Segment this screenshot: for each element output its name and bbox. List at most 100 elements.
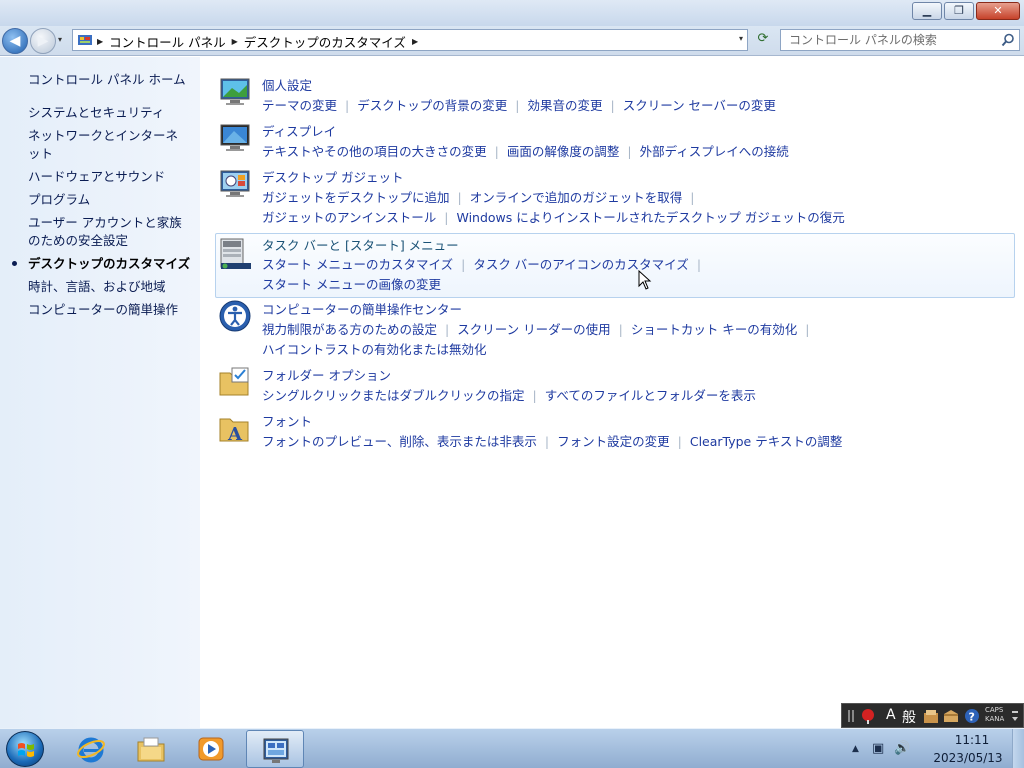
help-icon[interactable]: ? [964, 708, 980, 724]
breadcrumb-control-panel[interactable]: コントロール パネル [109, 32, 225, 51]
link-change-theme[interactable]: テーマの変更 [262, 98, 337, 113]
start-button[interactable] [6, 731, 44, 767]
recent-pages-dropdown[interactable]: ▾ [58, 35, 68, 45]
link-shortcut-keys[interactable]: ショートカット キーの有効化 [631, 322, 797, 337]
link-get-gadgets-online[interactable]: オンラインで追加のガジェットを取得 [470, 190, 683, 205]
volume-icon[interactable]: 🔊 [894, 741, 910, 756]
sidebar-item-hardware-sound[interactable]: ハードウェアとサウンド [28, 168, 198, 186]
taskbar-control-panel[interactable] [246, 730, 304, 768]
breadcrumb: ▶ コントロール パネル ▶ デスクトップのカスタマイズ ▶ [97, 32, 418, 51]
sidebar-item-user-accounts[interactable]: ユーザー アカウントと家族のための安全設定 [28, 214, 194, 250]
link-add-gadget[interactable]: ガジェットをデスクトップに追加 [262, 190, 450, 205]
search-icon[interactable] [1001, 33, 1015, 47]
link-text-size[interactable]: テキストやその他の項目の大きさの変更 [262, 144, 487, 159]
windows-logo-icon [18, 743, 34, 757]
sidebar-item-home[interactable]: コントロール パネル ホーム [28, 71, 198, 89]
taskbar-media-player[interactable] [182, 730, 240, 768]
category-display: ディスプレイ テキストやその他の項目の大きさの変更 | 画面の解像度の調整 | 外部ディ… [216, 121, 1016, 161]
address-bar[interactable]: ▶ コントロール パネル ▶ デスクトップのカスタマイズ ▶ ▾ [72, 29, 748, 51]
sidebar-item-desktop-customize: デスクトップのカスタマイズ [28, 256, 191, 271]
search-input[interactable] [789, 33, 989, 47]
sidebar-item-ease-of-access[interactable]: コンピューターの簡単操作 [28, 301, 198, 319]
ease-of-access-icon [219, 300, 251, 332]
ime-conversion-mode[interactable]: 般 [902, 707, 916, 727]
search-box[interactable] [780, 29, 1020, 51]
link-uninstall-gadget[interactable]: ガジェットのアンインストール [262, 210, 436, 225]
link-screen-resolution[interactable]: 画面の解像度の調整 [507, 144, 620, 159]
sidebar-item-system-security[interactable]: システムとセキュリティ [28, 104, 198, 122]
clock-date[interactable]: 2023/05/13 [928, 751, 1008, 765]
forward-arrow-icon: ▶ [37, 33, 49, 49]
display-icon [220, 124, 250, 151]
close-icon: ✕ [993, 4, 1003, 17]
show-desktop-button[interactable] [1012, 729, 1024, 768]
category-personalization: 個人設定 テーマの変更 | デスクトップの背景の変更 | 効果音の変更 | スクリーン セー… [216, 75, 1016, 115]
link-change-sounds[interactable]: 効果音の変更 [527, 98, 602, 113]
taskbar-explorer[interactable] [122, 730, 180, 768]
fonts-links: フォントのプレビュー、削除、表示または非表示 | フォント設定の変更 | ClearTy… [262, 434, 843, 449]
forward-button[interactable]: ▶ [30, 28, 56, 54]
link-single-double-click[interactable]: シングルクリックまたはダブルクリックの指定 [262, 388, 525, 403]
address-dropdown-icon[interactable]: ▾ [739, 34, 743, 43]
category-gadgets: デスクトップ ガジェット ガジェットをデスクトップに追加 | オンラインで追加のガジ… [216, 167, 1016, 227]
link-high-contrast[interactable]: ハイコントラストの有効化または無効化 [262, 342, 487, 357]
kana-indicator: KANA [985, 715, 1005, 723]
taskbar-links-row2: スタート メニューの画像の変更 [262, 274, 441, 293]
ime-input-mode[interactable]: A [886, 707, 896, 723]
link-restore-gadgets[interactable]: Windows によりインストールされたデスクトップ ガジェットの復元 [456, 210, 844, 225]
link-external-display[interactable]: 外部ディスプレイへの接続 [640, 144, 789, 159]
link-cleartype[interactable]: ClearType テキストの調整 [690, 434, 843, 449]
clock-time[interactable]: 11:11 [944, 733, 1000, 747]
refresh-button[interactable]: ⟳ [752, 31, 774, 51]
folder-options-icon [219, 367, 249, 396]
personalization-title[interactable]: 個人設定 [262, 75, 312, 94]
category-folder-options: フォルダー オプション シングルクリックまたはダブルクリックの指定 | すべてのファ… [216, 365, 1016, 405]
link-vision-settings[interactable]: 視力制限がある方のための設定 [262, 322, 437, 337]
network-icon[interactable]: ▣ [872, 741, 884, 756]
folder-options-title[interactable]: フォルダー オプション [262, 365, 391, 384]
ime-pad-icon[interactable] [860, 708, 876, 724]
link-show-hidden-files[interactable]: すべてのファイルとフォルダーを表示 [545, 388, 756, 403]
ease-center-title[interactable]: コンピューターの簡単操作センター [262, 299, 462, 318]
breadcrumb-separator[interactable]: ▶ [97, 37, 103, 46]
ime-dictionary-icon[interactable] [942, 708, 960, 724]
back-button[interactable]: ◀ [2, 28, 28, 54]
breadcrumb-desktop-customize[interactable]: デスクトップのカスタマイズ [244, 32, 406, 51]
minimize-button[interactable]: ▁ [912, 2, 942, 20]
link-customize-taskbar-icons[interactable]: タスク バーのアイコンのカスタマイズ [473, 257, 688, 272]
display-links: テキストやその他の項目の大きさの変更 | 画面の解像度の調整 | 外部ディスプレイへの接… [262, 144, 789, 159]
link-change-screensaver[interactable]: スクリーン セーバーの変更 [623, 98, 776, 113]
personalization-links: テーマの変更 | デスクトップの背景の変更 | 効果音の変更 | スクリーン セーバーの変更 [262, 98, 776, 113]
internet-explorer-icon [77, 737, 105, 763]
breadcrumb-separator[interactable]: ▶ [412, 37, 418, 46]
display-title[interactable]: ディスプレイ [262, 121, 336, 140]
link-font-settings[interactable]: フォント設定の変更 [557, 434, 670, 449]
media-player-icon [198, 737, 224, 761]
sidebar-item-network[interactable]: ネットワークとインターネット [28, 127, 190, 163]
sidebar-item-clock-region[interactable]: 時計、言語、および地域 [28, 278, 198, 296]
breadcrumb-separator[interactable]: ▶ [232, 37, 238, 46]
sidebar: コントロール パネル ホーム システムとセキュリティ ネットワークとインターネッ… [0, 57, 200, 728]
link-screen-reader[interactable]: スクリーン リーダーの使用 [457, 322, 610, 337]
link-change-background[interactable]: デスクトップの背景の変更 [357, 98, 507, 113]
taskbar-title[interactable]: タスク バーと [スタート] メニュー [262, 235, 459, 254]
show-hidden-icons-button[interactable]: ▲ [852, 744, 859, 754]
category-fonts: A フォント フォントのプレビュー、削除、表示または非表示 | フォント設定の変更 |… [216, 411, 1016, 451]
gadgets-title[interactable]: デスクトップ ガジェット [262, 167, 403, 186]
link-change-start-picture[interactable]: スタート メニューの画像の変更 [262, 277, 441, 292]
folder-options-links: シングルクリックまたはダブルクリックの指定 | すべてのファイルとフォルダーを表示 [262, 388, 756, 403]
control-panel-icon [78, 35, 92, 45]
main-content: 個人設定 テーマの変更 | デスクトップの背景の変更 | 効果音の変更 | スクリーン セー… [200, 57, 1024, 728]
maximize-button[interactable]: ❐ [944, 2, 974, 20]
taskbar-internet-explorer[interactable] [62, 730, 120, 768]
close-button[interactable]: ✕ [976, 2, 1020, 20]
langbar-grip-icon[interactable] [846, 709, 856, 723]
link-customize-start-menu[interactable]: スタート メニューのカスタマイズ [262, 257, 453, 272]
control-panel-icon [263, 738, 289, 763]
navigation-bar: ◀ ▶ ▾ ▶ コントロール パネル ▶ デスクトップのカスタマイズ ▶ ▾ ⟳ [0, 26, 1024, 56]
fonts-title[interactable]: フォント [262, 411, 312, 430]
ime-tools-icon[interactable] [922, 708, 940, 724]
link-preview-fonts[interactable]: フォントのプレビュー、削除、表示または非表示 [262, 434, 537, 449]
sidebar-item-programs[interactable]: プログラム [28, 191, 198, 209]
langbar-options-icon[interactable] [1010, 708, 1020, 724]
